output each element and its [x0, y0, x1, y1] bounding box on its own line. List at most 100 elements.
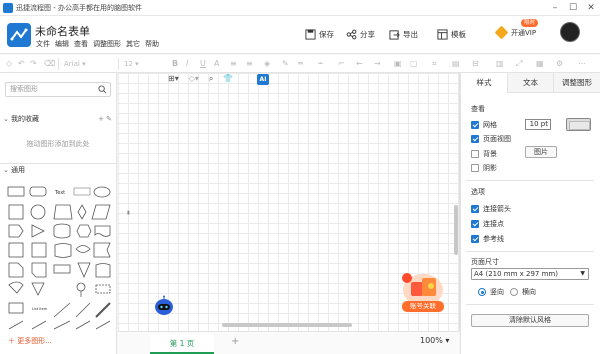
menu-file[interactable]: 文件 — [36, 39, 50, 49]
shape-arrow-line[interactable] — [75, 302, 91, 318]
shape-connector-5[interactable] — [95, 320, 111, 330]
connection-arrows-toggle[interactable]: 连接箭头 — [471, 204, 511, 214]
redo-icon[interactable]: ↷ — [30, 58, 37, 70]
shape-wave[interactable] — [75, 245, 91, 253]
delete-icon[interactable]: ⌫ — [44, 58, 55, 70]
shape-rounded-rect[interactable] — [29, 186, 47, 197]
underline-icon[interactable]: U — [200, 58, 206, 70]
grid-toggle[interactable]: 网格 — [471, 120, 497, 130]
insert-shape-icon[interactable]: ◇▾ — [189, 74, 199, 84]
shape-parallelogram[interactable] — [91, 204, 111, 220]
page-view-toggle[interactable]: 页面视图 — [471, 134, 511, 144]
connection-points-toggle[interactable]: 连接点 — [471, 219, 504, 229]
shape-thick-arrow[interactable] — [95, 302, 111, 318]
portrait-option[interactable]: 竖向 — [478, 287, 504, 297]
share-button[interactable]: 分享 — [346, 27, 375, 41]
italic-icon[interactable]: I — [186, 58, 188, 70]
fullscreen-icon[interactable]: ⤢ — [516, 58, 522, 70]
send-back-icon[interactable]: ▢ — [410, 58, 418, 70]
avatar[interactable] — [560, 22, 580, 42]
tab-adjust-shape[interactable]: 调整图形 — [553, 73, 600, 93]
shape-connector[interactable] — [8, 320, 24, 330]
vip-button[interactable]: 开通VIP — [494, 25, 536, 40]
maximize-icon[interactable]: ☐ — [567, 2, 579, 14]
shape-flag[interactable] — [93, 242, 111, 258]
shape-text[interactable]: Text — [54, 190, 65, 196]
format-panel-icon[interactable]: ▥ — [496, 58, 504, 70]
settings-icon[interactable]: ⚙ — [556, 58, 563, 70]
shape-container[interactable] — [95, 284, 111, 294]
robot-assistant-icon[interactable] — [153, 295, 175, 317]
guides-checkbox[interactable] — [471, 235, 479, 243]
shape-circle[interactable] — [30, 204, 46, 220]
shape-note[interactable] — [8, 262, 24, 278]
background-checkbox[interactable] — [471, 150, 479, 158]
search-input[interactable]: 搜索图形 — [5, 82, 111, 97]
shape-line[interactable] — [53, 302, 71, 318]
export-button[interactable]: 导出 — [389, 27, 418, 41]
landscape-radio[interactable] — [510, 288, 518, 296]
general-section-header[interactable]: ⌄ 通用 — [0, 163, 116, 176]
search-icon[interactable] — [98, 85, 107, 94]
lock-icon[interactable]: ⊟ — [472, 58, 479, 70]
fill-color-icon[interactable]: ◈ — [264, 58, 270, 70]
menu-view[interactable]: 查看 — [74, 39, 88, 49]
shape-ellipse[interactable] — [93, 186, 111, 198]
connection-arrows-checkbox[interactable] — [471, 205, 479, 213]
shape-list-item[interactable]: List Item — [32, 307, 48, 311]
outline-icon[interactable]: ▦ — [536, 58, 544, 70]
menu-edit[interactable]: 编辑 — [55, 39, 69, 49]
shape-cylinder[interactable] — [53, 223, 71, 239]
shape-square[interactable] — [8, 204, 24, 220]
tab-text[interactable]: 文本 — [507, 73, 553, 93]
shape-rectangle[interactable] — [7, 186, 25, 197]
menu-help[interactable]: 帮助 — [145, 39, 159, 49]
shape-merge[interactable] — [77, 262, 91, 279]
font-color-icon[interactable]: A — [214, 58, 219, 70]
shape-tape[interactable] — [54, 243, 72, 258]
grid-checkbox[interactable] — [471, 121, 479, 129]
arrow-start-icon[interactable]: ← — [356, 58, 363, 70]
save-button[interactable]: 保存 — [305, 27, 334, 41]
shadow-checkbox[interactable] — [471, 164, 479, 172]
line-style-icon[interactable]: ┅ — [318, 58, 323, 70]
add-favorite-icon[interactable]: + — [98, 113, 104, 126]
theme-icon[interactable]: 👕 — [223, 74, 233, 84]
arrow-end-icon[interactable]: → — [374, 58, 381, 70]
shape-card[interactable] — [31, 262, 47, 278]
more-icon[interactable]: ⋯ — [578, 58, 586, 70]
shape-callout[interactable] — [53, 264, 71, 274]
connector-icon[interactable]: ⌐ — [338, 58, 345, 70]
shape-triangle[interactable] — [31, 224, 45, 238]
line-color-icon[interactable]: ✎ — [282, 58, 289, 70]
add-page-icon[interactable]: + — [231, 336, 239, 347]
shape-connector-4[interactable] — [75, 320, 91, 330]
shape-trapezoid[interactable] — [53, 204, 73, 220]
bold-icon[interactable]: B — [172, 58, 178, 70]
panel-collapse-handle[interactable]: ▮ — [127, 210, 130, 216]
page-view-checkbox[interactable] — [471, 135, 479, 143]
shape-semicircle[interactable] — [8, 281, 24, 294]
bring-front-icon[interactable]: ▣ — [394, 58, 402, 70]
font-size-select[interactable]: 12 ▾ — [124, 58, 160, 70]
grid-size-input[interactable]: 10 pt — [525, 119, 551, 130]
shape-heading[interactable] — [73, 187, 91, 196]
shape-hexagon[interactable] — [76, 224, 92, 238]
background-toggle[interactable]: 背景 — [471, 149, 497, 159]
shape-connector-2[interactable] — [31, 320, 47, 330]
connection-points-checkbox[interactable] — [471, 220, 479, 228]
undo-icon[interactable]: ↶ — [18, 58, 25, 70]
font-family-select[interactable]: Arial ▾ — [64, 58, 112, 70]
portrait-radio[interactable] — [478, 288, 486, 296]
landscape-option[interactable]: 横向 — [510, 287, 536, 297]
format-paint-icon[interactable]: ◇ — [6, 58, 12, 70]
shape-delay[interactable] — [95, 263, 111, 278]
align-left-icon[interactable]: ≡ — [230, 58, 237, 70]
menu-other[interactable]: 其它 — [126, 39, 140, 49]
shape-predefined-process[interactable] — [31, 242, 47, 258]
menu-adjust-shape[interactable]: 调整图形 — [93, 39, 121, 49]
align-vertical-icon[interactable]: ≡ — [246, 58, 253, 70]
tab-page-1[interactable]: 第 1 页 — [150, 334, 214, 354]
grid-color-picker[interactable] — [566, 118, 591, 131]
edit-favorite-icon[interactable]: ✎ — [106, 113, 112, 126]
